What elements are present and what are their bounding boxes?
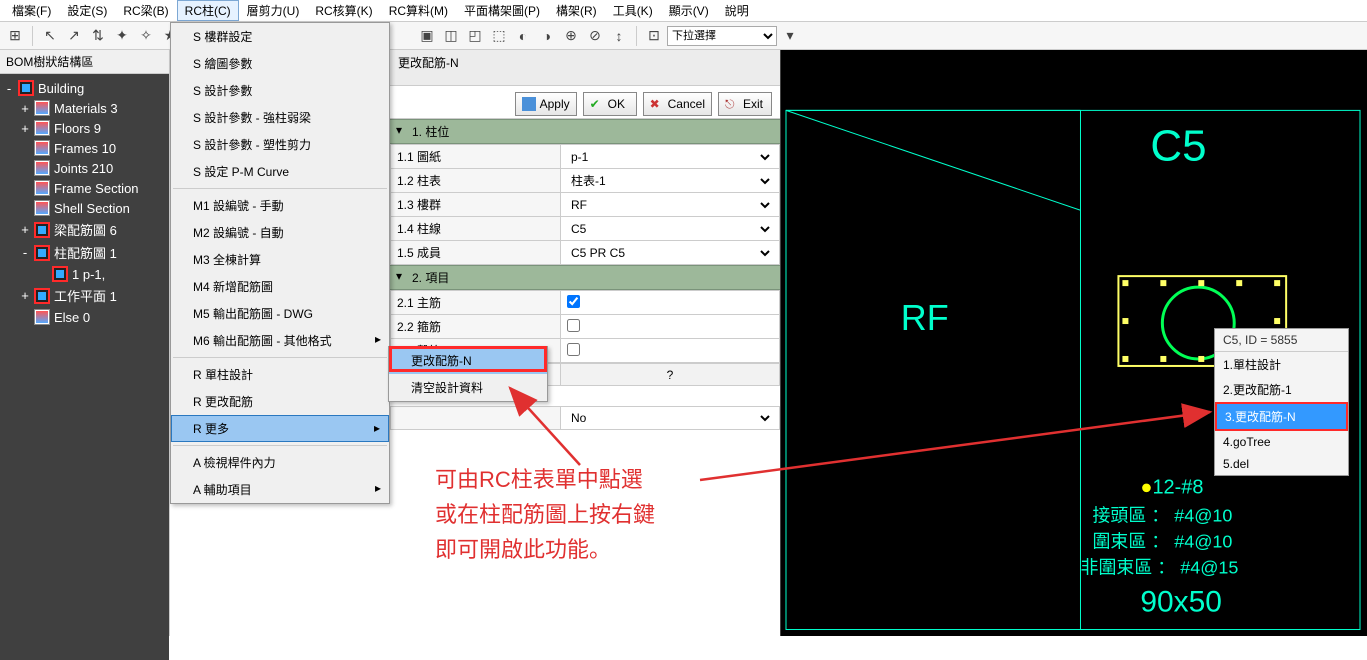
annotation-text: 可由RC柱表單中點選 或在柱配筋圖上按右鍵 即可開啟此功能。 bbox=[435, 462, 655, 568]
